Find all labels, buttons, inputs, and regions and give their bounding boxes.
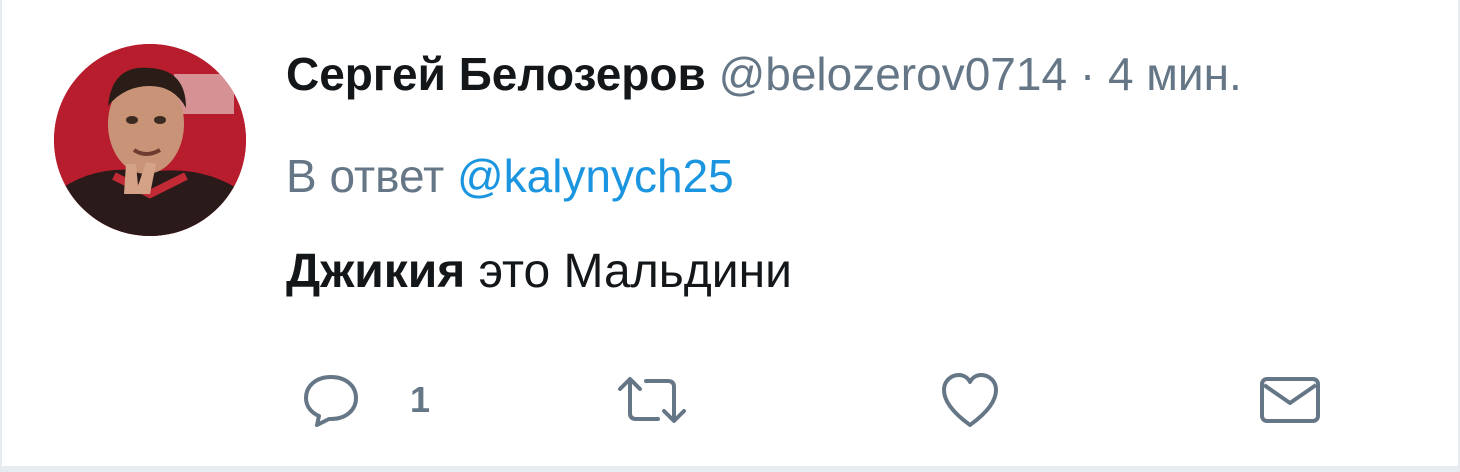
like-button[interactable]: [938, 360, 1002, 440]
author-name[interactable]: Сергей Белозеров: [286, 48, 706, 100]
reply-count: 1: [410, 379, 431, 420]
author-handle[interactable]: @belozerov0714: [719, 48, 1067, 100]
tweet-actions: 1: [2, 360, 1458, 440]
reply-button[interactable]: 1: [300, 360, 430, 440]
retweet-button[interactable]: [614, 360, 690, 440]
tweet-text: Джикия это Мальдини: [286, 242, 792, 302]
author-avatar[interactable]: [54, 44, 246, 236]
reply-context: В ответ @kalynych25: [286, 146, 734, 206]
tweet-header: Сергей Белозеров @belozerov0714 · 4 мин.: [286, 44, 1242, 104]
reply-prefix: В ответ: [286, 150, 445, 202]
reply-mention-link[interactable]: @kalynych25: [457, 150, 734, 202]
retweet-icon: [618, 377, 686, 423]
tweet-text-bold: Джикия: [286, 245, 466, 298]
like-icon: [942, 373, 998, 427]
tweet-card[interactable]: Сергей Белозеров @belozerov0714 · 4 мин.…: [2, 0, 1458, 466]
tweet-text-rest: это Мальдини: [465, 245, 792, 298]
tweet-timestamp[interactable]: 4 мин.: [1108, 48, 1242, 100]
direct-message-button[interactable]: [1258, 360, 1322, 440]
reply-icon: [304, 375, 358, 427]
header-separator: ·: [1079, 48, 1096, 100]
message-icon: [1260, 377, 1320, 423]
